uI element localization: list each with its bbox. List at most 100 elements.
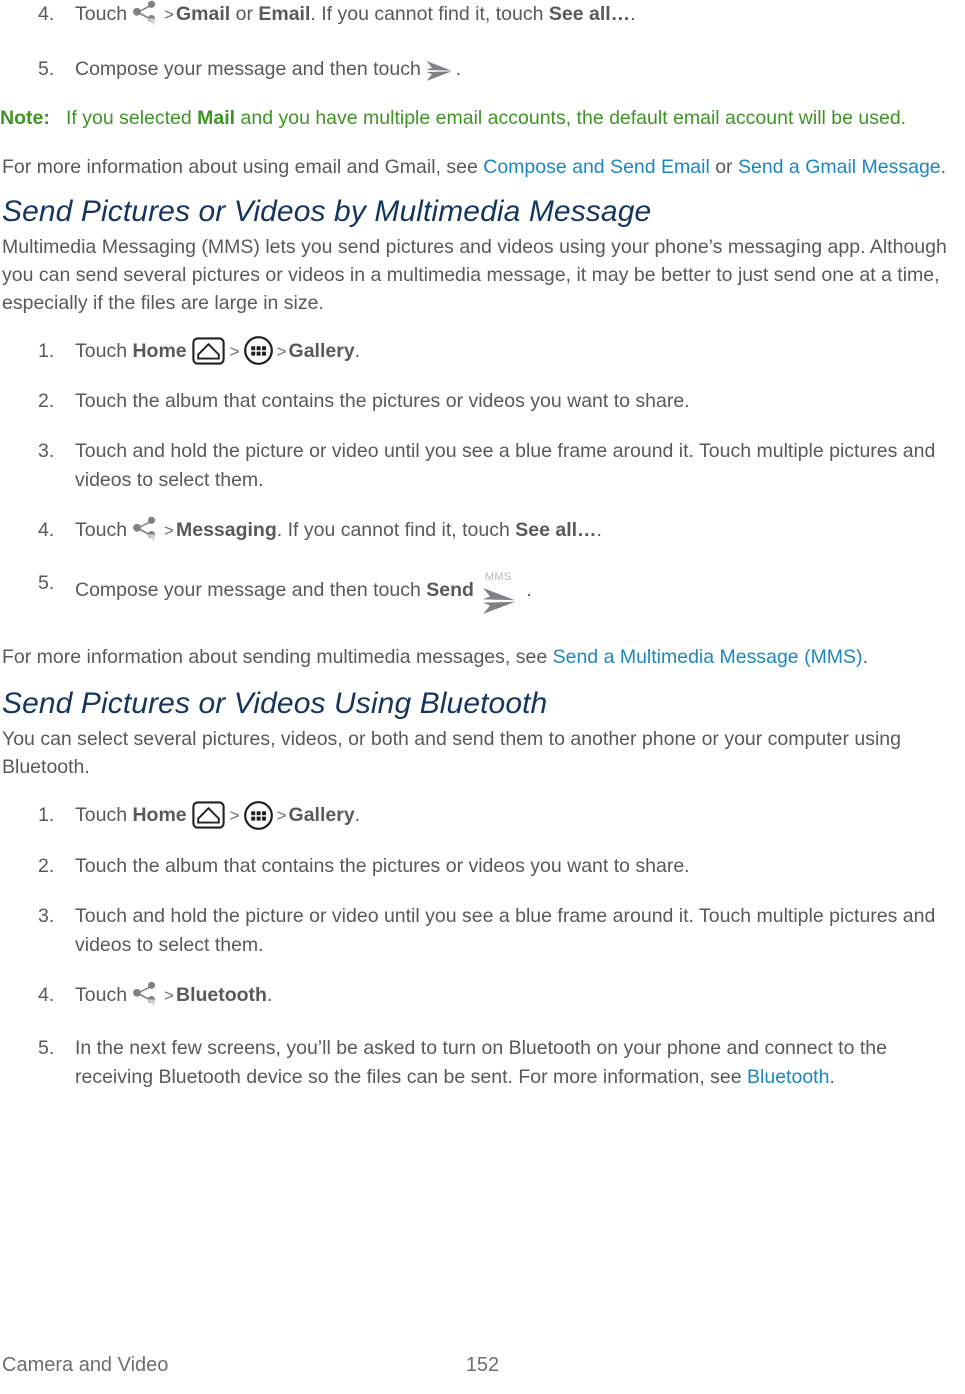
list-item-number: 4. bbox=[38, 983, 55, 1006]
link-send-a-multimedia-message[interactable]: Send a Multimedia Message (MMS) bbox=[553, 646, 863, 668]
section-heading-bluetooth: Send Pictures or Videos Using Bluetooth bbox=[2, 687, 548, 721]
more-info-end: . bbox=[862, 646, 868, 669]
note-text-after: and you have multiple email accounts, th… bbox=[240, 107, 907, 129]
list-item-number: 1. bbox=[38, 804, 55, 827]
share-icon[interactable] bbox=[130, 516, 160, 542]
section-heading-mms: Send Pictures or Videos by Multimedia Me… bbox=[2, 195, 652, 228]
list-item-number: 3. bbox=[38, 904, 55, 927]
more-info-email-paragraph: For more information about using email a… bbox=[0, 153, 965, 181]
step-text-end: . bbox=[455, 58, 462, 80]
note-text-before: If you selected bbox=[66, 107, 192, 129]
mms-steps-list: 1. Touch Home > > Gallery. 2. Touch the … bbox=[0, 336, 965, 615]
more-info-end: . bbox=[940, 156, 947, 178]
bluetooth-steps-list: 1. Touch Home > > Gallery. 2. Touch the … bbox=[0, 800, 965, 1092]
mms-icon-label: MMS bbox=[484, 571, 512, 584]
step-bold-home: Home bbox=[132, 340, 187, 362]
step-text-pre: Touch bbox=[75, 340, 128, 362]
list-item-number: 5. bbox=[38, 572, 55, 595]
list-item: 4. Touch > Bluetooth. bbox=[0, 981, 965, 1010]
chevron-separator: > bbox=[229, 342, 240, 361]
share-icon[interactable] bbox=[130, 0, 160, 26]
link-bluetooth[interactable]: Bluetooth bbox=[747, 1066, 829, 1088]
step-text-or: or bbox=[235, 3, 253, 25]
home-key-icon[interactable] bbox=[192, 801, 225, 829]
list-item-number: 2. bbox=[38, 390, 55, 413]
step-text-pre: Touch bbox=[75, 519, 128, 542]
step-bold-send: Send bbox=[426, 579, 474, 602]
step-text-after: . If you cannot find it, touch bbox=[310, 3, 544, 25]
share-icon[interactable] bbox=[130, 981, 160, 1007]
footer-page-number: 152 bbox=[465, 1354, 500, 1376]
apps-grid-icon[interactable] bbox=[243, 336, 273, 366]
page-footer: Camera and Video 152 bbox=[0, 1350, 965, 1380]
home-key-icon[interactable] bbox=[192, 337, 225, 365]
step-bold-gallery: Gallery bbox=[288, 340, 355, 362]
more-info-mid: or bbox=[715, 156, 733, 178]
list-item: 5. In the next few screens, you’ll be as… bbox=[0, 1034, 965, 1092]
list-item: 3. Touch and hold the picture or video u… bbox=[0, 902, 965, 960]
step-text: Touch the album that contains the pictur… bbox=[75, 854, 690, 877]
step-bold-bluetooth: Bluetooth bbox=[175, 983, 267, 1006]
list-item: 2. Touch the album that contains the pic… bbox=[0, 852, 965, 881]
chevron-separator: > bbox=[164, 521, 174, 541]
more-info-pre: For more information about sending multi… bbox=[2, 646, 548, 669]
chevron-separator: > bbox=[229, 806, 240, 826]
step-text-end: . bbox=[354, 804, 361, 827]
send-icon[interactable] bbox=[425, 60, 455, 82]
more-info-pre: For more information about using email a… bbox=[2, 156, 478, 178]
step-text-end: . bbox=[526, 579, 532, 602]
chevron-separator: > bbox=[276, 806, 287, 826]
step-text: Compose your message and then touch bbox=[75, 579, 421, 602]
list-item-number: 2. bbox=[38, 854, 55, 877]
step-text: Compose your message and then touch bbox=[75, 58, 421, 80]
note-bold-mail: Mail bbox=[197, 107, 236, 129]
step-text-end: . bbox=[266, 983, 273, 1006]
list-item: 2. Touch the album that contains the pic… bbox=[0, 387, 965, 416]
list-item-number: 5. bbox=[38, 58, 55, 80]
chevron-separator: > bbox=[164, 985, 174, 1005]
list-item: 4. Touch > Messaging. If you cannot find… bbox=[0, 516, 965, 545]
step-bold-gallery: Gallery bbox=[288, 804, 355, 827]
link-send-a-gmail-message[interactable]: Send a Gmail Message bbox=[738, 156, 941, 178]
step-bold-see-all: See all… bbox=[548, 3, 631, 25]
mms-send-icon[interactable]: MMS bbox=[481, 571, 519, 618]
step-text-pre: Touch bbox=[75, 804, 128, 827]
step-bold-home: Home bbox=[132, 804, 187, 827]
note-label: Note: bbox=[0, 107, 50, 129]
list-item: 5. Compose your message and then touch . bbox=[0, 55, 965, 84]
mms-intro-paragraph: Multimedia Messaging (MMS) lets you send… bbox=[2, 236, 947, 314]
step-text: Touch the album that contains the pictur… bbox=[75, 390, 690, 413]
list-item-number: 3. bbox=[38, 440, 55, 463]
chevron-separator: > bbox=[164, 5, 174, 24]
list-item: 4. Touch > Gmail or Email. If you cannot… bbox=[0, 0, 965, 29]
step-text-pre: Touch bbox=[75, 983, 128, 1006]
link-compose-and-send-email[interactable]: Compose and Send Email bbox=[483, 156, 710, 178]
document-page: 4. Touch > Gmail or Email. If you cannot… bbox=[0, 0, 965, 1394]
note-body: If you selected Mail and you have multip… bbox=[66, 104, 965, 133]
note-callout: Note: If you selected Mail and you have … bbox=[0, 104, 965, 133]
list-item-number: 5. bbox=[38, 1036, 55, 1059]
list-item-number: 4. bbox=[38, 3, 55, 25]
email-steps-list: 4. Touch > Gmail or Email. If you cannot… bbox=[0, 0, 965, 84]
step-text-end: . bbox=[630, 3, 636, 25]
step-bold-messaging: Messaging bbox=[175, 519, 277, 542]
chevron-separator: > bbox=[276, 342, 287, 361]
step-bold-email: Email bbox=[258, 3, 311, 25]
step-text-end: . bbox=[596, 519, 602, 542]
list-item: 5. Compose your message and then touch S… bbox=[0, 569, 965, 615]
list-item: 1. Touch Home > > Gallery. bbox=[0, 336, 965, 366]
list-item: 3. Touch and hold the picture or video u… bbox=[0, 437, 965, 495]
list-item: 1. Touch Home > > Gallery. bbox=[0, 800, 965, 830]
apps-grid-icon[interactable] bbox=[243, 800, 273, 830]
list-item-number: 4. bbox=[38, 519, 55, 542]
more-info-mms-paragraph: For more information about sending multi… bbox=[0, 643, 965, 671]
step-bold-see-all: See all… bbox=[515, 519, 597, 542]
step-text-after: . If you cannot find it, touch bbox=[276, 519, 510, 542]
step-text-pre: Touch bbox=[75, 3, 128, 25]
step-text: Touch and hold the picture or video unti… bbox=[75, 904, 936, 956]
step-text: Touch and hold the picture or video unti… bbox=[75, 440, 936, 492]
step-bold-gmail: Gmail bbox=[175, 3, 231, 25]
step-text-end: . bbox=[354, 340, 361, 362]
step-text-end: . bbox=[829, 1065, 835, 1088]
